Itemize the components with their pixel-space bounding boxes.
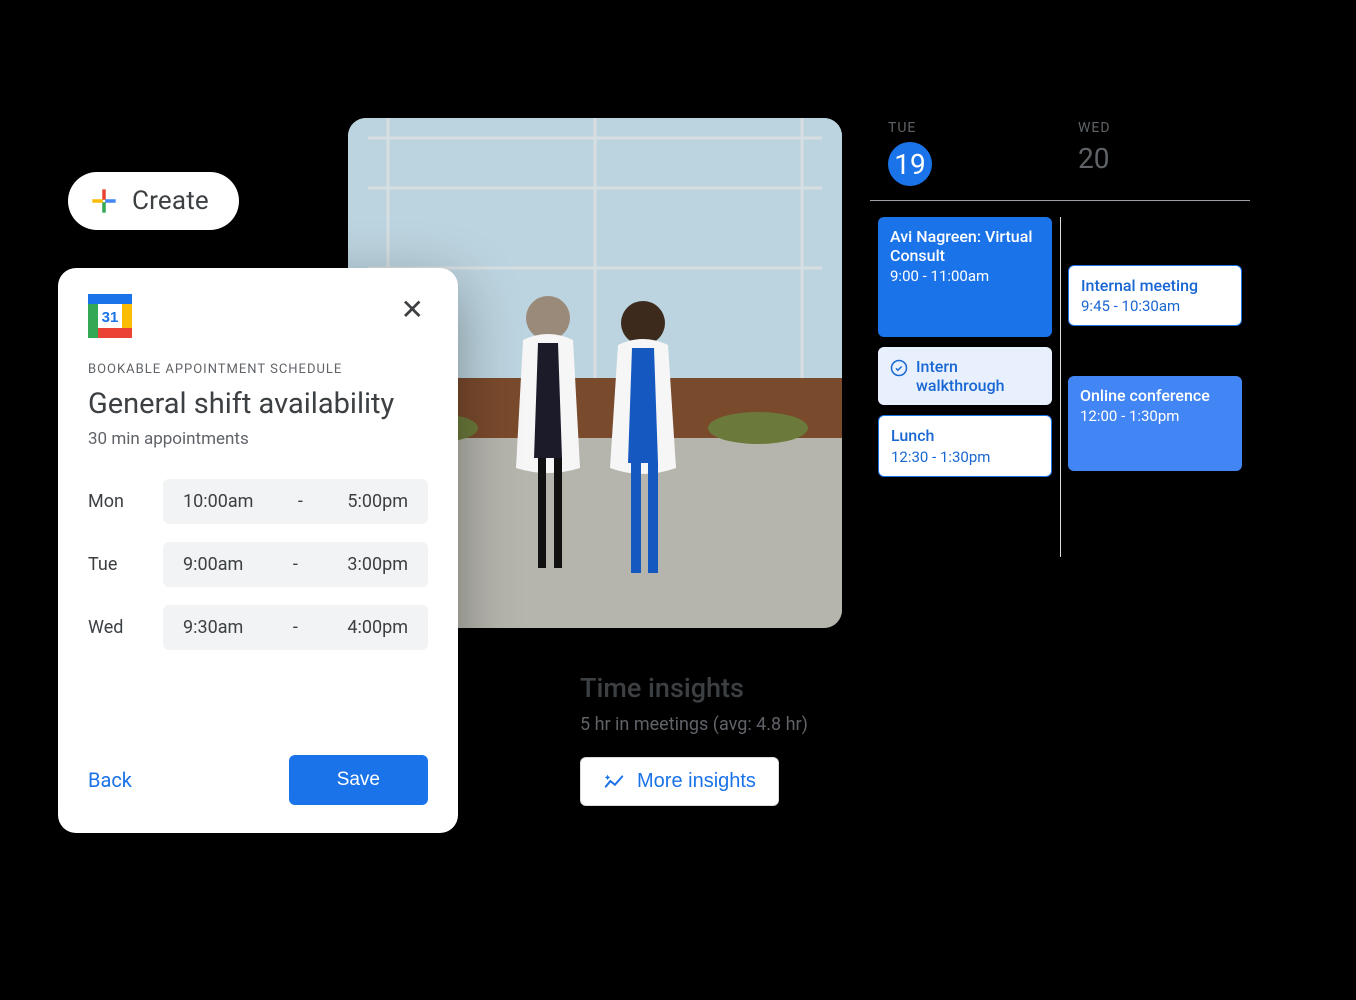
- calendar-day-column[interactable]: TUE 19: [870, 120, 1060, 186]
- insights-subtitle: 5 hr in meetings (avg: 4.8 hr): [580, 714, 808, 735]
- availability-row: Wed 9:30am - 4:00pm: [88, 605, 428, 650]
- calendar-day-column[interactable]: WED 20: [1060, 120, 1250, 186]
- appointment-schedule-card: 31 ✕ BOOKABLE APPOINTMENT SCHEDULE Gener…: [58, 268, 458, 833]
- calendar-logo-icon: 31: [88, 294, 132, 338]
- start-time: 9:30am: [183, 617, 243, 638]
- day-number: 19: [888, 142, 932, 186]
- day-label: Wed: [88, 617, 143, 638]
- event-time: 12:30 - 1:30pm: [891, 448, 1039, 466]
- end-time: 3:00pm: [347, 554, 408, 575]
- start-time: 9:00am: [183, 554, 243, 575]
- insights-icon: [603, 771, 625, 793]
- event-title: Avi Nagreen: Virtual Consult: [890, 227, 1040, 265]
- divider: [870, 200, 1250, 201]
- calendar-event[interactable]: Avi Nagreen: Virtual Consult 9:00 - 11:0…: [878, 217, 1052, 337]
- start-time: 10:00am: [183, 491, 253, 512]
- end-time: 5:00pm: [347, 491, 408, 512]
- calendar-event[interactable]: Lunch 12:30 - 1:30pm: [878, 415, 1052, 476]
- day-of-week-label: WED: [1078, 120, 1250, 136]
- event-title: Internal meeting: [1081, 276, 1229, 295]
- event-title: Intern walkthrough: [916, 357, 1040, 395]
- more-insights-label: More insights: [637, 770, 756, 793]
- time-range-input[interactable]: 9:30am - 4:00pm: [163, 605, 428, 650]
- event-time: 12:00 - 1:30pm: [1080, 407, 1230, 425]
- time-dash: -: [293, 617, 298, 638]
- time-range-input[interactable]: 9:00am - 3:00pm: [163, 542, 428, 587]
- insights-title: Time insights: [580, 672, 808, 704]
- check-circle-icon: [890, 359, 908, 377]
- day-of-week-label: TUE: [888, 120, 1060, 136]
- event-title: Lunch: [891, 426, 1039, 445]
- calendar-event[interactable]: Online conference 12:00 - 1:30pm: [1068, 376, 1242, 471]
- time-range-input[interactable]: 10:00am - 5:00pm: [163, 479, 428, 524]
- time-insights-panel: Time insights 5 hr in meetings (avg: 4.8…: [580, 672, 808, 806]
- card-description: 30 min appointments: [88, 429, 428, 449]
- event-title: Online conference: [1080, 386, 1230, 405]
- mini-calendar: TUE 19 WED 20 Avi Nagreen: Virtual Consu…: [870, 120, 1250, 557]
- close-icon[interactable]: ✕: [397, 294, 428, 326]
- calendar-event[interactable]: Intern walkthrough: [878, 347, 1052, 405]
- card-title: General shift availability: [88, 387, 428, 421]
- day-label: Tue: [88, 554, 143, 575]
- availability-row: Mon 10:00am - 5:00pm: [88, 479, 428, 524]
- plus-icon: [90, 187, 118, 215]
- more-insights-button[interactable]: More insights: [580, 757, 779, 806]
- time-dash: -: [293, 554, 298, 575]
- event-time: 9:45 - 10:30am: [1081, 297, 1229, 315]
- svg-text:31: 31: [102, 309, 119, 326]
- back-button[interactable]: Back: [88, 768, 132, 792]
- day-label: Mon: [88, 491, 143, 512]
- event-time: 9:00 - 11:00am: [890, 267, 1040, 285]
- calendar-event[interactable]: Internal meeting 9:45 - 10:30am: [1068, 265, 1242, 326]
- card-sub-label: BOOKABLE APPOINTMENT SCHEDULE: [88, 362, 428, 377]
- end-time: 4:00pm: [347, 617, 408, 638]
- save-button[interactable]: Save: [289, 755, 428, 805]
- create-button[interactable]: Create: [68, 172, 239, 230]
- time-dash: -: [298, 491, 303, 512]
- create-label: Create: [132, 186, 209, 216]
- availability-row: Tue 9:00am - 3:00pm: [88, 542, 428, 587]
- day-number: 20: [1078, 142, 1109, 175]
